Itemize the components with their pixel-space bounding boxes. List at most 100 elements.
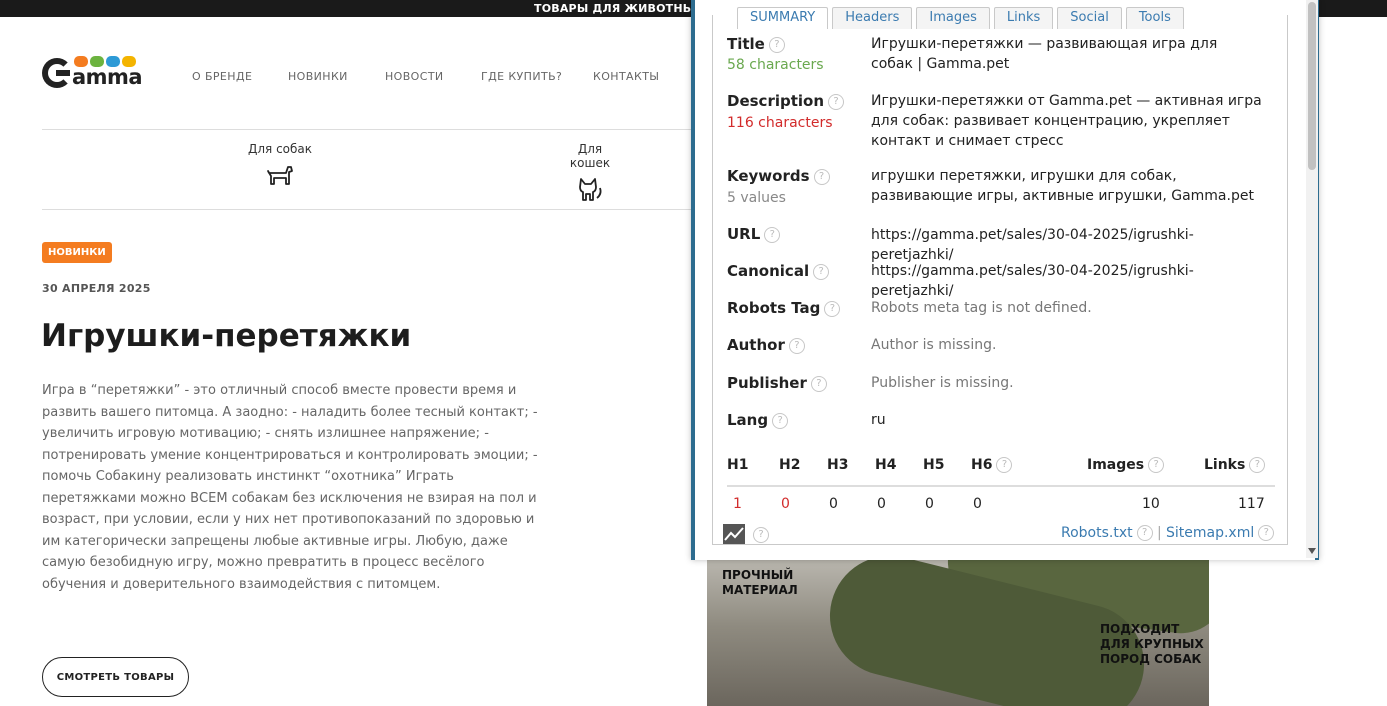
description-length: 116 characters [727, 115, 833, 131]
h6-count: 0 [973, 496, 982, 512]
help-icon[interactable]: ? [1249, 457, 1266, 473]
robots-tag-label: Robots Tag? [727, 299, 841, 317]
links-header-text: Links [1204, 457, 1246, 473]
scroll-down-arrow-icon[interactable] [1308, 548, 1316, 554]
logo-g-bar [56, 70, 70, 76]
keywords-value: игрушки перетяжки, игрушки для собак, ра… [871, 168, 1254, 204]
tab-social[interactable]: Social [1057, 7, 1122, 29]
robots-tag-label-text: Robots Tag [727, 299, 821, 317]
sitemap-xml-link[interactable]: Sitemap.xml? [1166, 525, 1275, 541]
help-icon[interactable]: ? [824, 300, 841, 317]
nav-about-brand[interactable]: О БРЕНДЕ [192, 70, 252, 83]
nav-new-items[interactable]: НОВИНКИ [288, 70, 348, 83]
nav-contacts[interactable]: КОНТАКТЫ [593, 70, 659, 83]
view-products-button[interactable]: СМОТРЕТЬ ТОВАРЫ [42, 657, 189, 697]
tab-links[interactable]: Links [993, 7, 1054, 29]
help-icon[interactable]: ? [1258, 525, 1275, 541]
category-cats-label: Для кошек [569, 142, 611, 170]
footer-separator: | [1157, 525, 1162, 541]
h5-header: H5 [923, 457, 945, 473]
article-date: 30 АПРЕЛЯ 2025 [42, 282, 151, 295]
h2-header: H2 [779, 457, 801, 473]
title-label-text: Title [727, 35, 765, 53]
seo-panel-scrollbar[interactable] [1306, 0, 1318, 558]
h5-count: 0 [925, 496, 934, 512]
help-icon[interactable]: ? [996, 457, 1013, 473]
publisher-value: Publisher is missing. [871, 375, 1014, 391]
top-bar-text: ТОВАРЫ ДЛЯ ЖИВОТНЫХ [534, 2, 704, 15]
category-cats[interactable]: Для кошек [556, 142, 624, 202]
article-body: Игра в “перетяжки” - это отличный способ… [42, 383, 538, 592]
publisher-label-text: Publisher [727, 374, 807, 392]
promo-label-large-breeds: ПОДХОДИТ ДЛЯ КРУПНЫХ ПОРОД СОБАК [1100, 622, 1204, 666]
help-icon[interactable]: ? [764, 226, 781, 243]
promo-label-material: ПРОЧНЫЙ МАТЕРИАЛ [722, 568, 798, 597]
headers-table-divider [727, 485, 1275, 487]
h1-header: H1 [727, 457, 749, 473]
category-dogs-label: Для собак [247, 142, 313, 156]
images-header: Images? [1087, 457, 1165, 473]
description-label-text: Description [727, 92, 825, 110]
author-label-text: Author [727, 336, 785, 354]
help-icon[interactable]: ? [1136, 525, 1153, 541]
tab-tools[interactable]: Tools [1125, 7, 1184, 29]
url-label-text: URL [727, 225, 761, 243]
title-label: Title? [727, 35, 785, 53]
description-label: Description? [727, 92, 845, 110]
url-value[interactable]: https://gamma.pet/sales/30-04-2025/igrus… [871, 225, 1263, 265]
canonical-label: Canonical? [727, 262, 830, 280]
help-icon[interactable]: ? [810, 375, 827, 392]
product-promo-image: ПРОЧНЫЙ МАТЕРИАЛ ПОДХОДИТ ДЛЯ КРУПНЫХ ПО… [707, 560, 1209, 706]
h6-header-text: H6 [971, 457, 993, 473]
seo-tabs: Summary Headers Images Links Social Tool… [737, 7, 1184, 29]
article-title: Игрушки-перетяжки [41, 318, 412, 354]
help-icon[interactable]: ? [828, 93, 845, 110]
header-divider [42, 129, 692, 130]
publisher-label: Publisher? [727, 374, 827, 392]
nav-news[interactable]: НОВОСТИ [385, 70, 444, 83]
images-header-text: Images [1087, 457, 1145, 473]
dog-icon [267, 166, 293, 185]
help-icon[interactable]: ? [753, 527, 769, 543]
title-value: Игрушки-перетяжки — развивающая игра для… [871, 36, 1218, 72]
help-icon[interactable]: ? [788, 337, 805, 354]
robots-txt-text[interactable]: Robots.txt [1061, 525, 1133, 541]
help-icon[interactable]: ? [813, 168, 830, 185]
description-value: Игрушки-перетяжки от Gamma.pet — активна… [871, 93, 1262, 149]
links-count: 117 [1238, 496, 1265, 512]
category-divider [42, 209, 692, 210]
sitemap-xml-text[interactable]: Sitemap.xml [1166, 525, 1254, 541]
help-icon[interactable]: ? [1148, 457, 1165, 473]
h3-count: 0 [829, 496, 838, 512]
cat-icon [579, 178, 602, 201]
logo-wordmark: amma [72, 65, 143, 89]
links-header: Links? [1204, 457, 1266, 473]
help-icon[interactable]: ? [768, 36, 785, 53]
tab-summary[interactable]: Summary [737, 7, 829, 29]
chart-icon[interactable] [723, 524, 745, 544]
author-label: Author? [727, 336, 805, 354]
scrollbar-thumb[interactable] [1308, 2, 1316, 170]
lang-label-text: Lang [727, 411, 769, 429]
images-count: 10 [1142, 496, 1160, 512]
title-length: 58 characters [727, 57, 824, 73]
help-icon[interactable]: ? [772, 412, 789, 429]
tab-headers[interactable]: Headers [832, 7, 913, 29]
tab-images[interactable]: Images [916, 7, 990, 29]
h4-count: 0 [877, 496, 886, 512]
gamma-logo[interactable]: amma [42, 56, 143, 90]
help-icon[interactable]: ? [813, 263, 830, 280]
category-dogs[interactable]: Для собак [246, 142, 314, 188]
robots-tag-value: Robots meta tag is not defined. [871, 300, 1092, 316]
canonical-label-text: Canonical [727, 262, 810, 280]
nav-where-to-buy[interactable]: ГДЕ КУПИТЬ? [481, 70, 562, 83]
h6-header: H6? [971, 457, 1013, 473]
url-label: URL? [727, 225, 781, 243]
keywords-label-text: Keywords [727, 167, 810, 185]
lang-label: Lang? [727, 411, 789, 429]
canonical-value[interactable]: https://gamma.pet/sales/30-04-2025/igrus… [871, 261, 1263, 301]
keywords-count: 5 values [727, 190, 786, 206]
robots-txt-link[interactable]: Robots.txt? [1061, 525, 1153, 541]
news-badge[interactable]: НОВИНКИ [42, 242, 112, 263]
h4-header: H4 [875, 457, 897, 473]
